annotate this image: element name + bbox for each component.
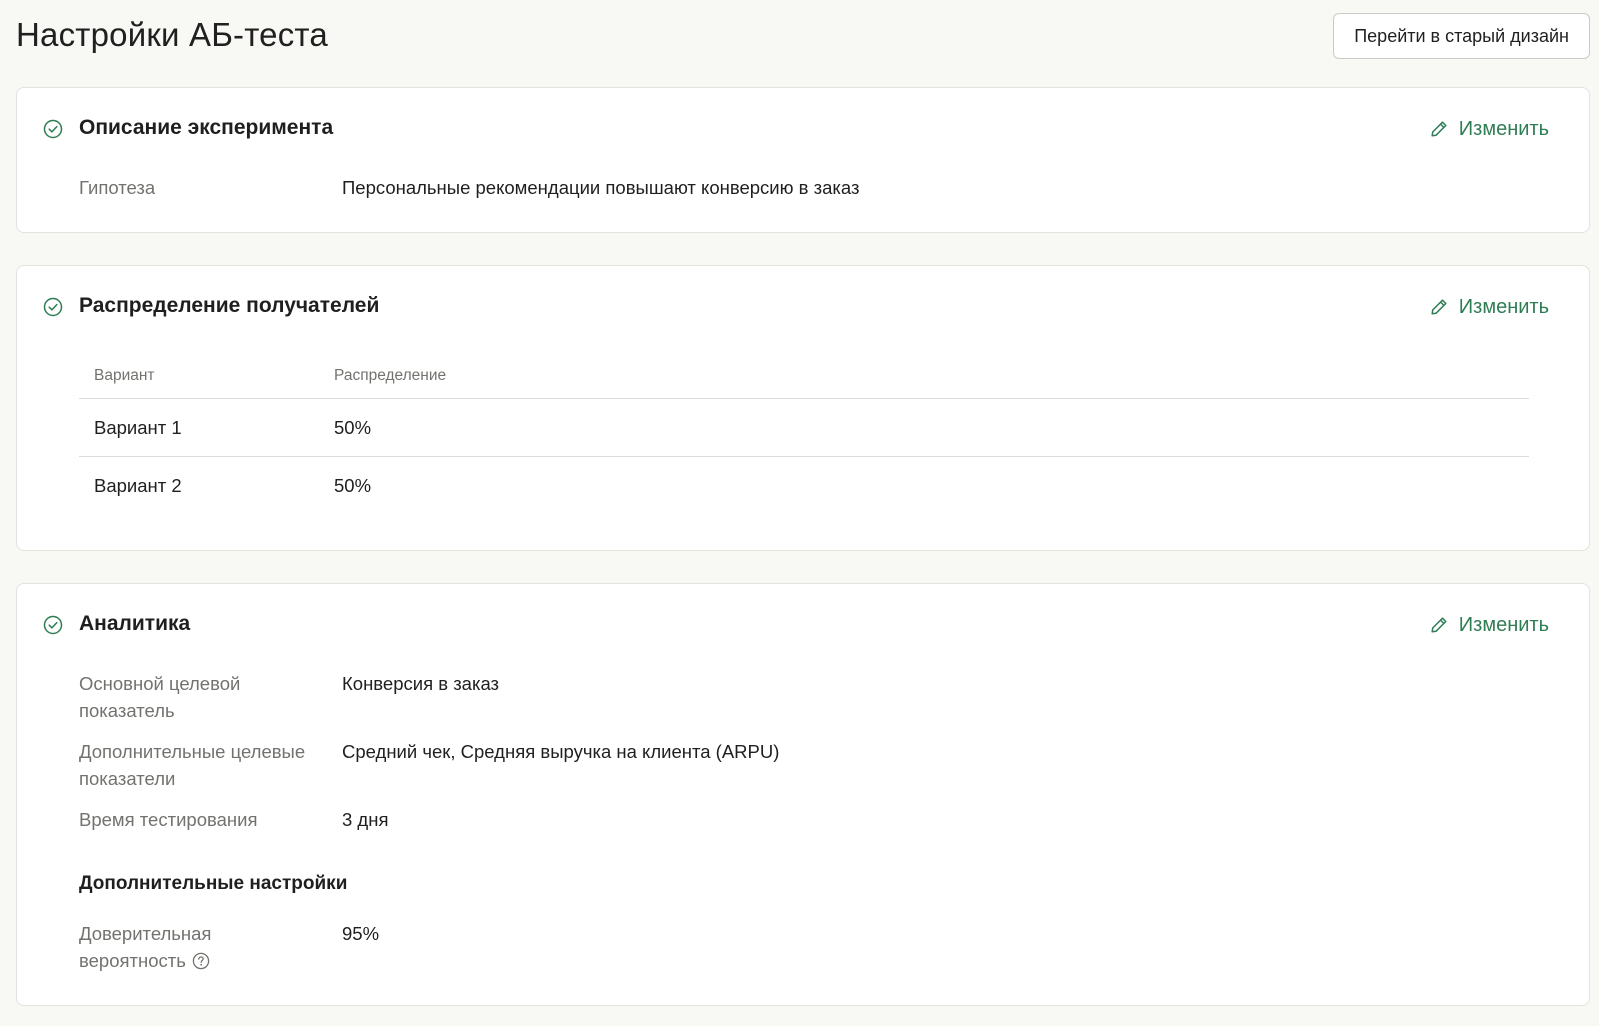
distribution-card-header: Распределение получателей Изменить xyxy=(43,292,1549,322)
extra-settings-heading: Дополнительные настройки xyxy=(79,873,348,894)
analytics-card-header: Аналитика Изменить xyxy=(43,610,1549,640)
page-header: Настройки АБ-теста Перейти в старый диза… xyxy=(16,12,1590,60)
pencil-icon xyxy=(1431,121,1447,137)
distribution-title: Распределение получателей xyxy=(79,294,380,317)
distribution-card: Распределение получателей Изменить Вариа… xyxy=(16,265,1590,551)
field-value: Персональные рекомендации повышают конве… xyxy=(342,177,860,198)
description-edit-button[interactable]: Изменить xyxy=(1429,114,1549,144)
description-card-header: Описание эксперимента Изменить xyxy=(43,114,1549,144)
check-circle-icon xyxy=(43,119,63,139)
pencil-icon xyxy=(1431,617,1447,633)
description-card: Описание эксперимента Изменить Гипотеза … xyxy=(16,87,1590,233)
pencil-icon xyxy=(1431,299,1447,315)
distribution-table: Вариант Распределение Вариант 1 50% Вари… xyxy=(79,352,1529,515)
question-circle-icon[interactable] xyxy=(192,952,210,970)
distribution-edit-button[interactable]: Изменить xyxy=(1429,292,1549,322)
page-title: Настройки АБ-теста xyxy=(16,16,328,53)
edit-label: Изменить xyxy=(1458,613,1549,636)
check-circle-icon xyxy=(43,297,63,317)
column-header-variant: Вариант xyxy=(94,367,155,384)
field-value: 95% xyxy=(342,923,380,944)
check-circle-icon xyxy=(43,615,63,635)
primary-metric-field: Основной целевой показатель Конверсия в … xyxy=(79,670,1549,724)
field-value: Конверсия в заказ xyxy=(342,673,500,694)
field-value: Средний чек, Средняя выручка на клиента … xyxy=(342,741,780,762)
variant-name: Вариант 2 xyxy=(94,475,182,496)
field-value: 3 дня xyxy=(342,809,389,830)
field-label: Дополнительные целевые показатели xyxy=(79,741,306,789)
field-label: Время тестирования xyxy=(79,809,258,830)
field-label: Доверительная вероятность xyxy=(79,920,239,974)
secondary-metrics-field: Дополнительные целевые показатели Средни… xyxy=(79,738,1549,792)
hypothesis-field: Гипотеза Персональные рекомендации повыш… xyxy=(79,174,1549,201)
analytics-card: Аналитика Изменить Основной целевой пока… xyxy=(16,583,1590,1006)
analytics-edit-button[interactable]: Изменить xyxy=(1429,610,1549,640)
description-title: Описание эксперимента xyxy=(79,116,334,139)
old-design-button[interactable]: Перейти в старый дизайн xyxy=(1333,13,1590,59)
variant-share: 50% xyxy=(334,417,372,438)
field-label: Гипотеза xyxy=(79,177,156,198)
table-header-row: Вариант Распределение xyxy=(79,352,1529,399)
table-row: Вариант 2 50% xyxy=(79,457,1529,515)
variant-name: Вариант 1 xyxy=(94,417,182,438)
variant-share: 50% xyxy=(334,475,372,496)
confidence-level-field: Доверительная вероятность 95% xyxy=(79,920,1549,974)
edit-label: Изменить xyxy=(1458,117,1549,140)
column-header-distribution: Распределение xyxy=(334,367,447,384)
field-label: Основной целевой показатель xyxy=(79,673,241,721)
edit-label: Изменить xyxy=(1458,295,1549,318)
test-duration-field: Время тестирования 3 дня xyxy=(79,806,1549,833)
analytics-title: Аналитика xyxy=(79,612,191,635)
table-row: Вариант 1 50% xyxy=(79,399,1529,457)
